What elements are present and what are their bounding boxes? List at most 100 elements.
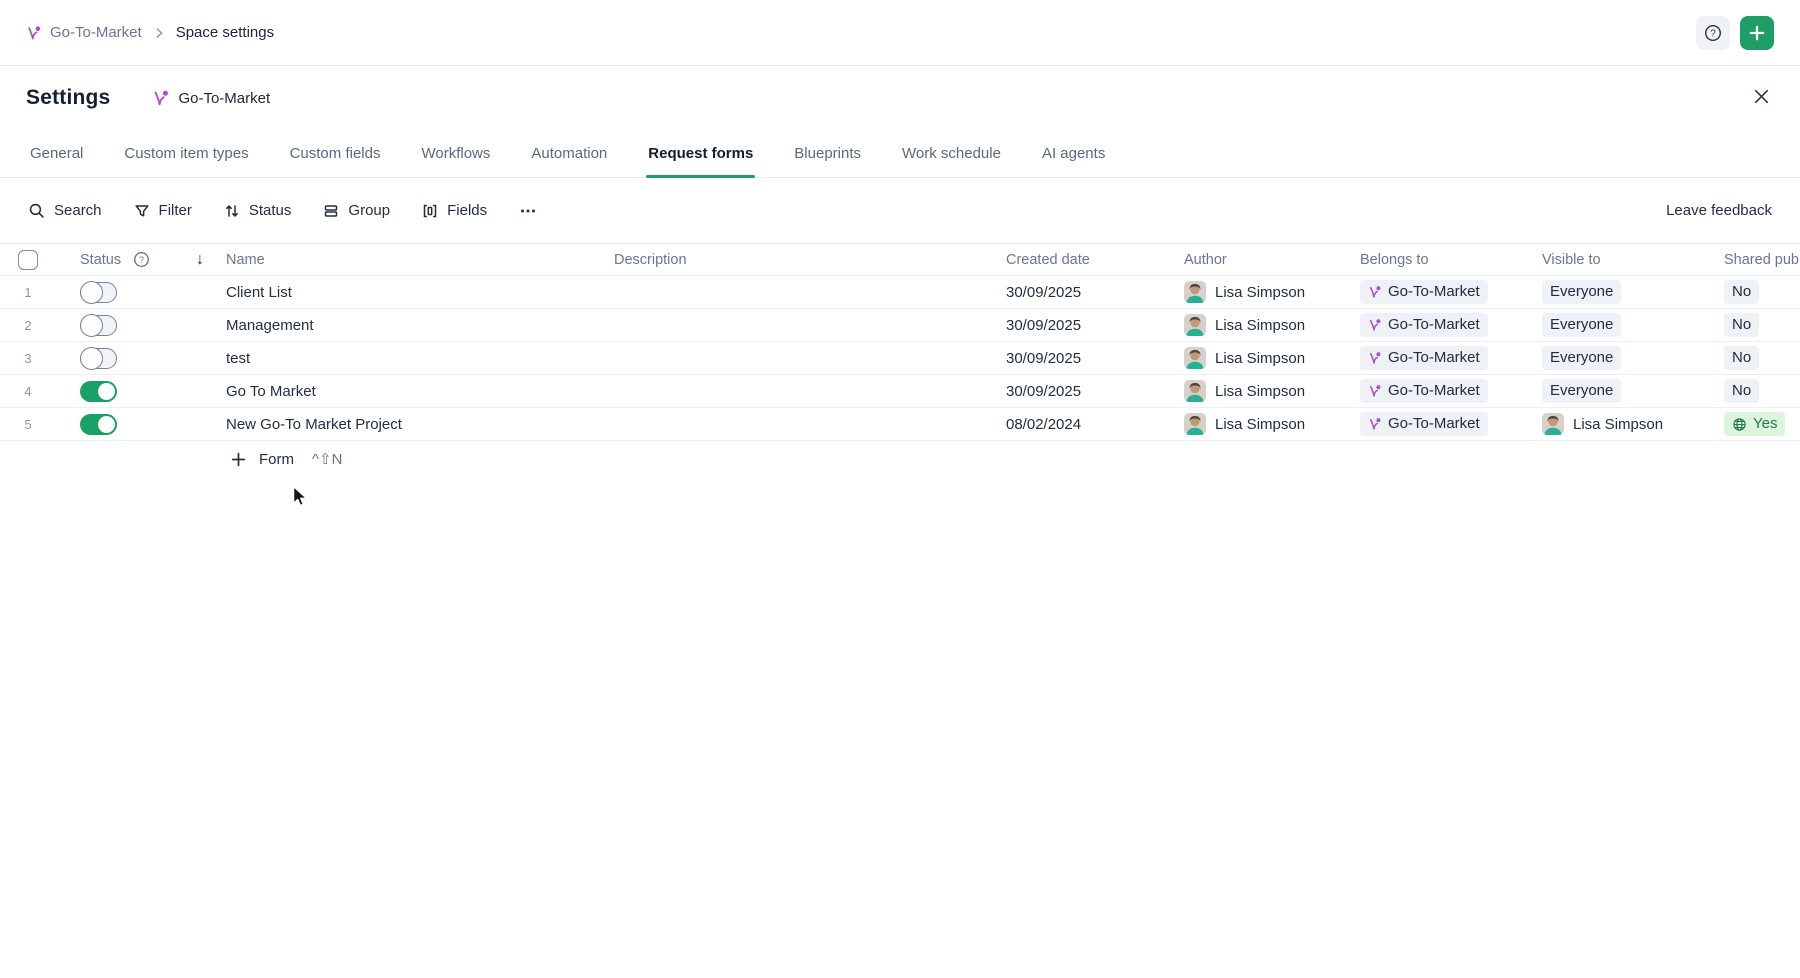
form-name[interactable]: Management: [226, 317, 614, 334]
table-header-row: Status ? ↓ Name Description Created date…: [0, 244, 1800, 276]
chevron-right-icon: [152, 26, 166, 40]
tab-custom-fields[interactable]: Custom fields: [290, 130, 381, 177]
filter-label: Filter: [159, 202, 192, 219]
avatar: [1184, 281, 1206, 303]
shared-publicly-cell: No: [1724, 346, 1800, 370]
belongs-to-label: Go-To-Market: [1388, 349, 1480, 367]
sort-descending-icon[interactable]: ↓: [196, 251, 204, 269]
shared-publicly-cell: No: [1724, 280, 1800, 304]
question-circle-icon[interactable]: ?: [133, 251, 150, 268]
form-name[interactable]: test: [226, 350, 614, 367]
belongs-to-label: Go-To-Market: [1388, 283, 1480, 301]
avatar: [1184, 347, 1206, 369]
table-row[interactable]: 2 Management 30/09/2025 Lisa Simpson Go-…: [0, 309, 1800, 342]
author-name: Lisa Simpson: [1215, 350, 1305, 367]
shared-pill: No: [1724, 280, 1759, 304]
space-icon: [1368, 285, 1382, 299]
shared-publicly-cell: No: [1724, 379, 1800, 403]
visible-to-cell: Everyone: [1542, 379, 1724, 403]
status-column-label: Status: [80, 252, 121, 268]
tab-request-forms[interactable]: Request forms: [648, 130, 753, 177]
column-header-status[interactable]: Status ?: [56, 251, 196, 268]
column-header-name[interactable]: Name: [226, 252, 614, 268]
author-cell: Lisa Simpson: [1184, 281, 1360, 303]
sort-status-button[interactable]: Status: [224, 202, 292, 219]
sort-indicator-cell: ↓: [196, 251, 226, 269]
author-name: Lisa Simpson: [1215, 416, 1305, 433]
breadcrumb-space-label: Go-To-Market: [50, 24, 142, 41]
row-number: 1: [0, 285, 56, 300]
fields-label: Fields: [447, 202, 487, 219]
shared-pill: No: [1724, 379, 1759, 403]
visible-to-cell: Everyone: [1542, 280, 1724, 304]
tab-blueprints[interactable]: Blueprints: [794, 130, 861, 177]
add-form-button[interactable]: Form: [230, 451, 294, 468]
add-button[interactable]: [1740, 16, 1774, 50]
add-form-label: Form: [259, 451, 294, 468]
table-row[interactable]: 4 Go To Market 30/09/2025 Lisa Simpson G…: [0, 375, 1800, 408]
add-form-row: Form ^⇧N: [230, 443, 1800, 475]
author-cell: Lisa Simpson: [1184, 380, 1360, 402]
space-pill: Go-To-Market: [1360, 412, 1488, 436]
table-row[interactable]: 5 New Go-To Market Project 08/02/2024 Li…: [0, 408, 1800, 441]
status-cell: [56, 315, 196, 336]
fields-button[interactable]: Fields: [422, 202, 487, 219]
column-header-visible-to[interactable]: Visible to: [1542, 252, 1724, 268]
sort-status-label: Status: [249, 202, 292, 219]
status-toggle[interactable]: [80, 414, 117, 435]
group-icon: [323, 203, 339, 219]
space-icon: [1368, 417, 1382, 431]
filter-icon: [134, 203, 150, 219]
select-all-checkbox[interactable]: [18, 250, 38, 270]
visible-to-person: Lisa Simpson: [1573, 416, 1663, 433]
group-label: Group: [348, 202, 390, 219]
status-toggle[interactable]: [80, 348, 117, 369]
globe-icon: [1732, 417, 1747, 432]
tab-custom-item-types[interactable]: Custom item types: [124, 130, 248, 177]
group-button[interactable]: Group: [323, 202, 390, 219]
breadcrumb-space-link[interactable]: Go-To-Market: [26, 24, 142, 41]
column-header-shared-publicly[interactable]: Shared publicly: [1724, 252, 1800, 268]
tab-workflows[interactable]: Workflows: [421, 130, 490, 177]
form-name[interactable]: New Go-To Market Project: [226, 416, 614, 433]
status-toggle[interactable]: [80, 315, 117, 336]
table-row[interactable]: 1 Client List 30/09/2025 Lisa Simpson Go…: [0, 276, 1800, 309]
status-toggle[interactable]: [80, 282, 117, 303]
settings-tabs: General Custom item types Custom fields …: [0, 130, 1800, 178]
status-toggle[interactable]: [80, 381, 117, 402]
form-name[interactable]: Go To Market: [226, 383, 614, 400]
svg-text:?: ?: [139, 255, 144, 265]
shared-publicly-cell: Yes: [1724, 412, 1800, 436]
tab-automation[interactable]: Automation: [531, 130, 607, 177]
request-forms-table: Status ? ↓ Name Description Created date…: [0, 244, 1800, 475]
created-date: 30/09/2025: [1006, 284, 1184, 301]
ellipsis-icon: [519, 203, 537, 219]
column-header-author[interactable]: Author: [1184, 252, 1360, 268]
leave-feedback-link[interactable]: Leave feedback: [1666, 202, 1772, 219]
author-cell: Lisa Simpson: [1184, 314, 1360, 336]
plus-icon: [230, 451, 247, 468]
form-name[interactable]: Client List: [226, 284, 614, 301]
space-pill: Go-To-Market: [1360, 379, 1488, 403]
search-button[interactable]: Search: [28, 202, 102, 219]
belongs-to-label: Go-To-Market: [1388, 415, 1480, 433]
visible-to-pill: Everyone: [1542, 346, 1621, 370]
column-header-created-date[interactable]: Created date: [1006, 252, 1184, 268]
more-options-button[interactable]: [519, 203, 537, 219]
tab-work-schedule[interactable]: Work schedule: [902, 130, 1001, 177]
column-header-belongs-to[interactable]: Belongs to: [1360, 252, 1542, 268]
help-button[interactable]: ?: [1696, 16, 1730, 50]
column-header-description[interactable]: Description: [614, 252, 1006, 268]
close-button[interactable]: [1751, 86, 1772, 107]
table-row[interactable]: 3 test 30/09/2025 Lisa Simpson Go-To-Mar…: [0, 342, 1800, 375]
row-number: 3: [0, 351, 56, 366]
author-cell: Lisa Simpson: [1184, 413, 1360, 435]
created-date: 30/09/2025: [1006, 383, 1184, 400]
author-name: Lisa Simpson: [1215, 317, 1305, 334]
filter-button[interactable]: Filter: [134, 202, 192, 219]
tab-general[interactable]: General: [30, 130, 83, 177]
tab-ai-agents[interactable]: AI agents: [1042, 130, 1105, 177]
space-chip[interactable]: Go-To-Market: [152, 89, 270, 107]
mouse-cursor: [288, 484, 312, 508]
visible-to-pill: Everyone: [1542, 280, 1621, 304]
